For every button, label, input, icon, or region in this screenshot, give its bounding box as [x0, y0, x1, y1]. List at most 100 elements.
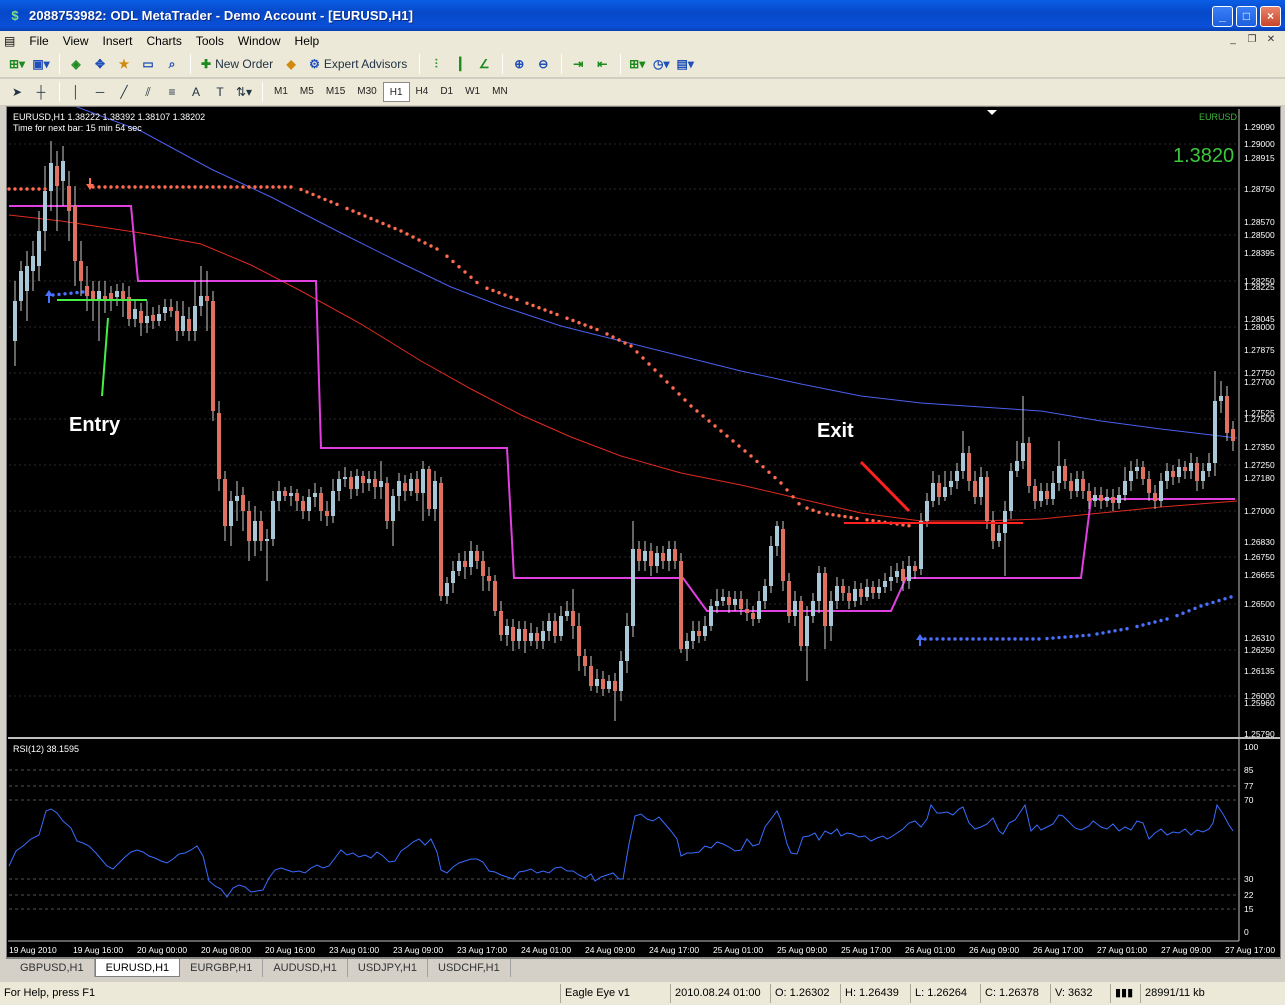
price-tick-label: 1.28500 [1244, 230, 1275, 240]
time-tick-label: 24 Aug 09:00 [585, 945, 635, 955]
period-m15[interactable]: M15 [320, 82, 351, 102]
indicators-icon[interactable]: ⊞▾ [626, 53, 648, 75]
expert-advisors-button[interactable]: ⚙ Expert Advisors [304, 53, 412, 75]
sar-dot [139, 185, 143, 189]
channel-icon[interactable]: ⫽ [137, 81, 159, 103]
candle-body [1129, 471, 1133, 481]
tab-usdjpy[interactable]: USDJPY,H1 [348, 959, 428, 977]
navigator-icon[interactable]: ✥ [89, 53, 111, 75]
close-button[interactable]: × [1260, 6, 1281, 27]
sar-red-dots [7, 185, 911, 528]
sar-dot [7, 187, 11, 191]
market-watch-icon[interactable]: ◈ [65, 53, 87, 75]
menu-tools[interactable]: Tools [189, 34, 231, 48]
tab-eurusd[interactable]: EURUSD,H1 [94, 959, 181, 977]
candle-body [871, 587, 875, 593]
candle-body [955, 471, 959, 481]
cursor-icon[interactable]: ➤ [6, 81, 28, 103]
text-label-icon[interactable]: T [209, 81, 231, 103]
menu-help[interactable]: Help [288, 34, 327, 48]
period-h4[interactable]: H4 [410, 82, 435, 102]
period-m30[interactable]: M30 [351, 82, 382, 102]
period-h1[interactable]: H1 [382, 82, 410, 102]
toolbar-separator [620, 54, 622, 74]
templates-icon[interactable]: ▤▾ [674, 53, 696, 75]
sar-dot [531, 303, 535, 308]
bar-chart-icon[interactable]: ⫶ [425, 53, 447, 75]
menu-charts[interactable]: Charts [140, 34, 189, 48]
candle-body [679, 561, 683, 649]
tab-usdchf[interactable]: USDCHF,H1 [428, 959, 511, 977]
periods-icon[interactable]: ◷▾ [650, 53, 672, 75]
candle-body [115, 291, 119, 297]
menu-file[interactable]: File [22, 34, 55, 48]
candle-body [349, 477, 353, 489]
zoom-out-icon[interactable]: ⊖ [532, 53, 554, 75]
candle-body [913, 566, 917, 571]
vertical-line-icon[interactable]: │ [65, 81, 87, 103]
favorites-icon[interactable]: ★ [113, 53, 135, 75]
terminal-icon[interactable]: ▭ [137, 53, 159, 75]
price-tick-label: 1.28000 [1244, 322, 1275, 332]
candle-body [1015, 461, 1019, 471]
price-chart[interactable]: Entry Exit EURUSD,H1 1.38222 1.38392 1.3… [7, 107, 1280, 957]
candle-body [1009, 471, 1013, 511]
tab-eurgbp[interactable]: EURGBP,H1 [180, 959, 264, 977]
fibonacci-icon[interactable]: ≡ [161, 81, 183, 103]
sar-dot [145, 185, 149, 189]
text-icon[interactable]: A [185, 81, 207, 103]
profiles-icon[interactable]: ▣▾ [30, 53, 52, 75]
maximize-button[interactable]: □ [1236, 6, 1257, 27]
candle-body [211, 301, 215, 411]
exit-label: Exit [817, 420, 854, 442]
candlestick-icon[interactable]: ┃ [449, 53, 471, 75]
period-d1[interactable]: D1 [434, 82, 459, 102]
chart-doc-icon[interactable]: ▤ [0, 34, 22, 48]
period-w1[interactable]: W1 [459, 82, 486, 102]
chart-shift-marker[interactable] [987, 110, 997, 115]
mdi-minimize-icon[interactable]: _ [1225, 33, 1241, 47]
new-order-button[interactable]: ✚ New Order [196, 53, 278, 75]
tab-gbpusd[interactable]: GBPUSD,H1 [10, 959, 95, 977]
mdi-restore-icon[interactable]: ❐ [1244, 33, 1260, 47]
period-m5[interactable]: M5 [294, 82, 320, 102]
status-profile[interactable]: Eagle Eye v1 [560, 984, 670, 1003]
horizontal-line-icon[interactable]: ─ [89, 81, 111, 103]
crosshair-icon[interactable]: ┼ [30, 81, 52, 103]
candle-body [1033, 486, 1037, 501]
minimize-button[interactable]: _ [1212, 6, 1233, 27]
trendline-icon[interactable]: ╱ [113, 81, 135, 103]
candle-body [241, 495, 245, 511]
chart-shift-icon[interactable]: ⇤ [591, 53, 613, 75]
new-chart-icon[interactable]: ⊞▾ [6, 53, 28, 75]
line-chart-icon[interactable]: ∠ [473, 53, 495, 75]
candle-body [295, 493, 299, 501]
sar-dot [75, 290, 79, 295]
chart-window[interactable]: Entry Exit EURUSD,H1 1.38222 1.38392 1.3… [6, 106, 1281, 958]
sar-dot [115, 185, 119, 189]
sar-dot [537, 306, 541, 310]
autoscroll-icon[interactable]: ⇥ [567, 53, 589, 75]
candle-body [739, 599, 743, 609]
mdi-close-icon[interactable]: ✕ [1263, 33, 1279, 47]
period-mn[interactable]: MN [486, 82, 514, 102]
tab-audusd[interactable]: AUDUSD,H1 [263, 959, 348, 977]
arrows-icon[interactable]: ⇅▾ [233, 81, 255, 103]
sar-dot [965, 637, 969, 641]
sar-dot [485, 286, 489, 290]
sar-dot [253, 185, 257, 189]
sar-dot [1135, 624, 1139, 629]
tester-icon[interactable]: ⌕ [161, 53, 183, 75]
candle-body [835, 586, 839, 601]
metaeditor-icon[interactable]: ◆ [280, 53, 302, 75]
menu-window[interactable]: Window [231, 34, 288, 48]
candle-body [703, 626, 707, 636]
candle-body [235, 496, 239, 501]
candle-body [985, 477, 989, 521]
period-m1[interactable]: M1 [268, 82, 294, 102]
time-tick-label: 27 Aug 17:00 [1225, 945, 1275, 955]
sar-dot [277, 185, 281, 189]
menu-view[interactable]: View [56, 34, 96, 48]
zoom-in-icon[interactable]: ⊕ [508, 53, 530, 75]
menu-insert[interactable]: Insert [95, 34, 139, 48]
